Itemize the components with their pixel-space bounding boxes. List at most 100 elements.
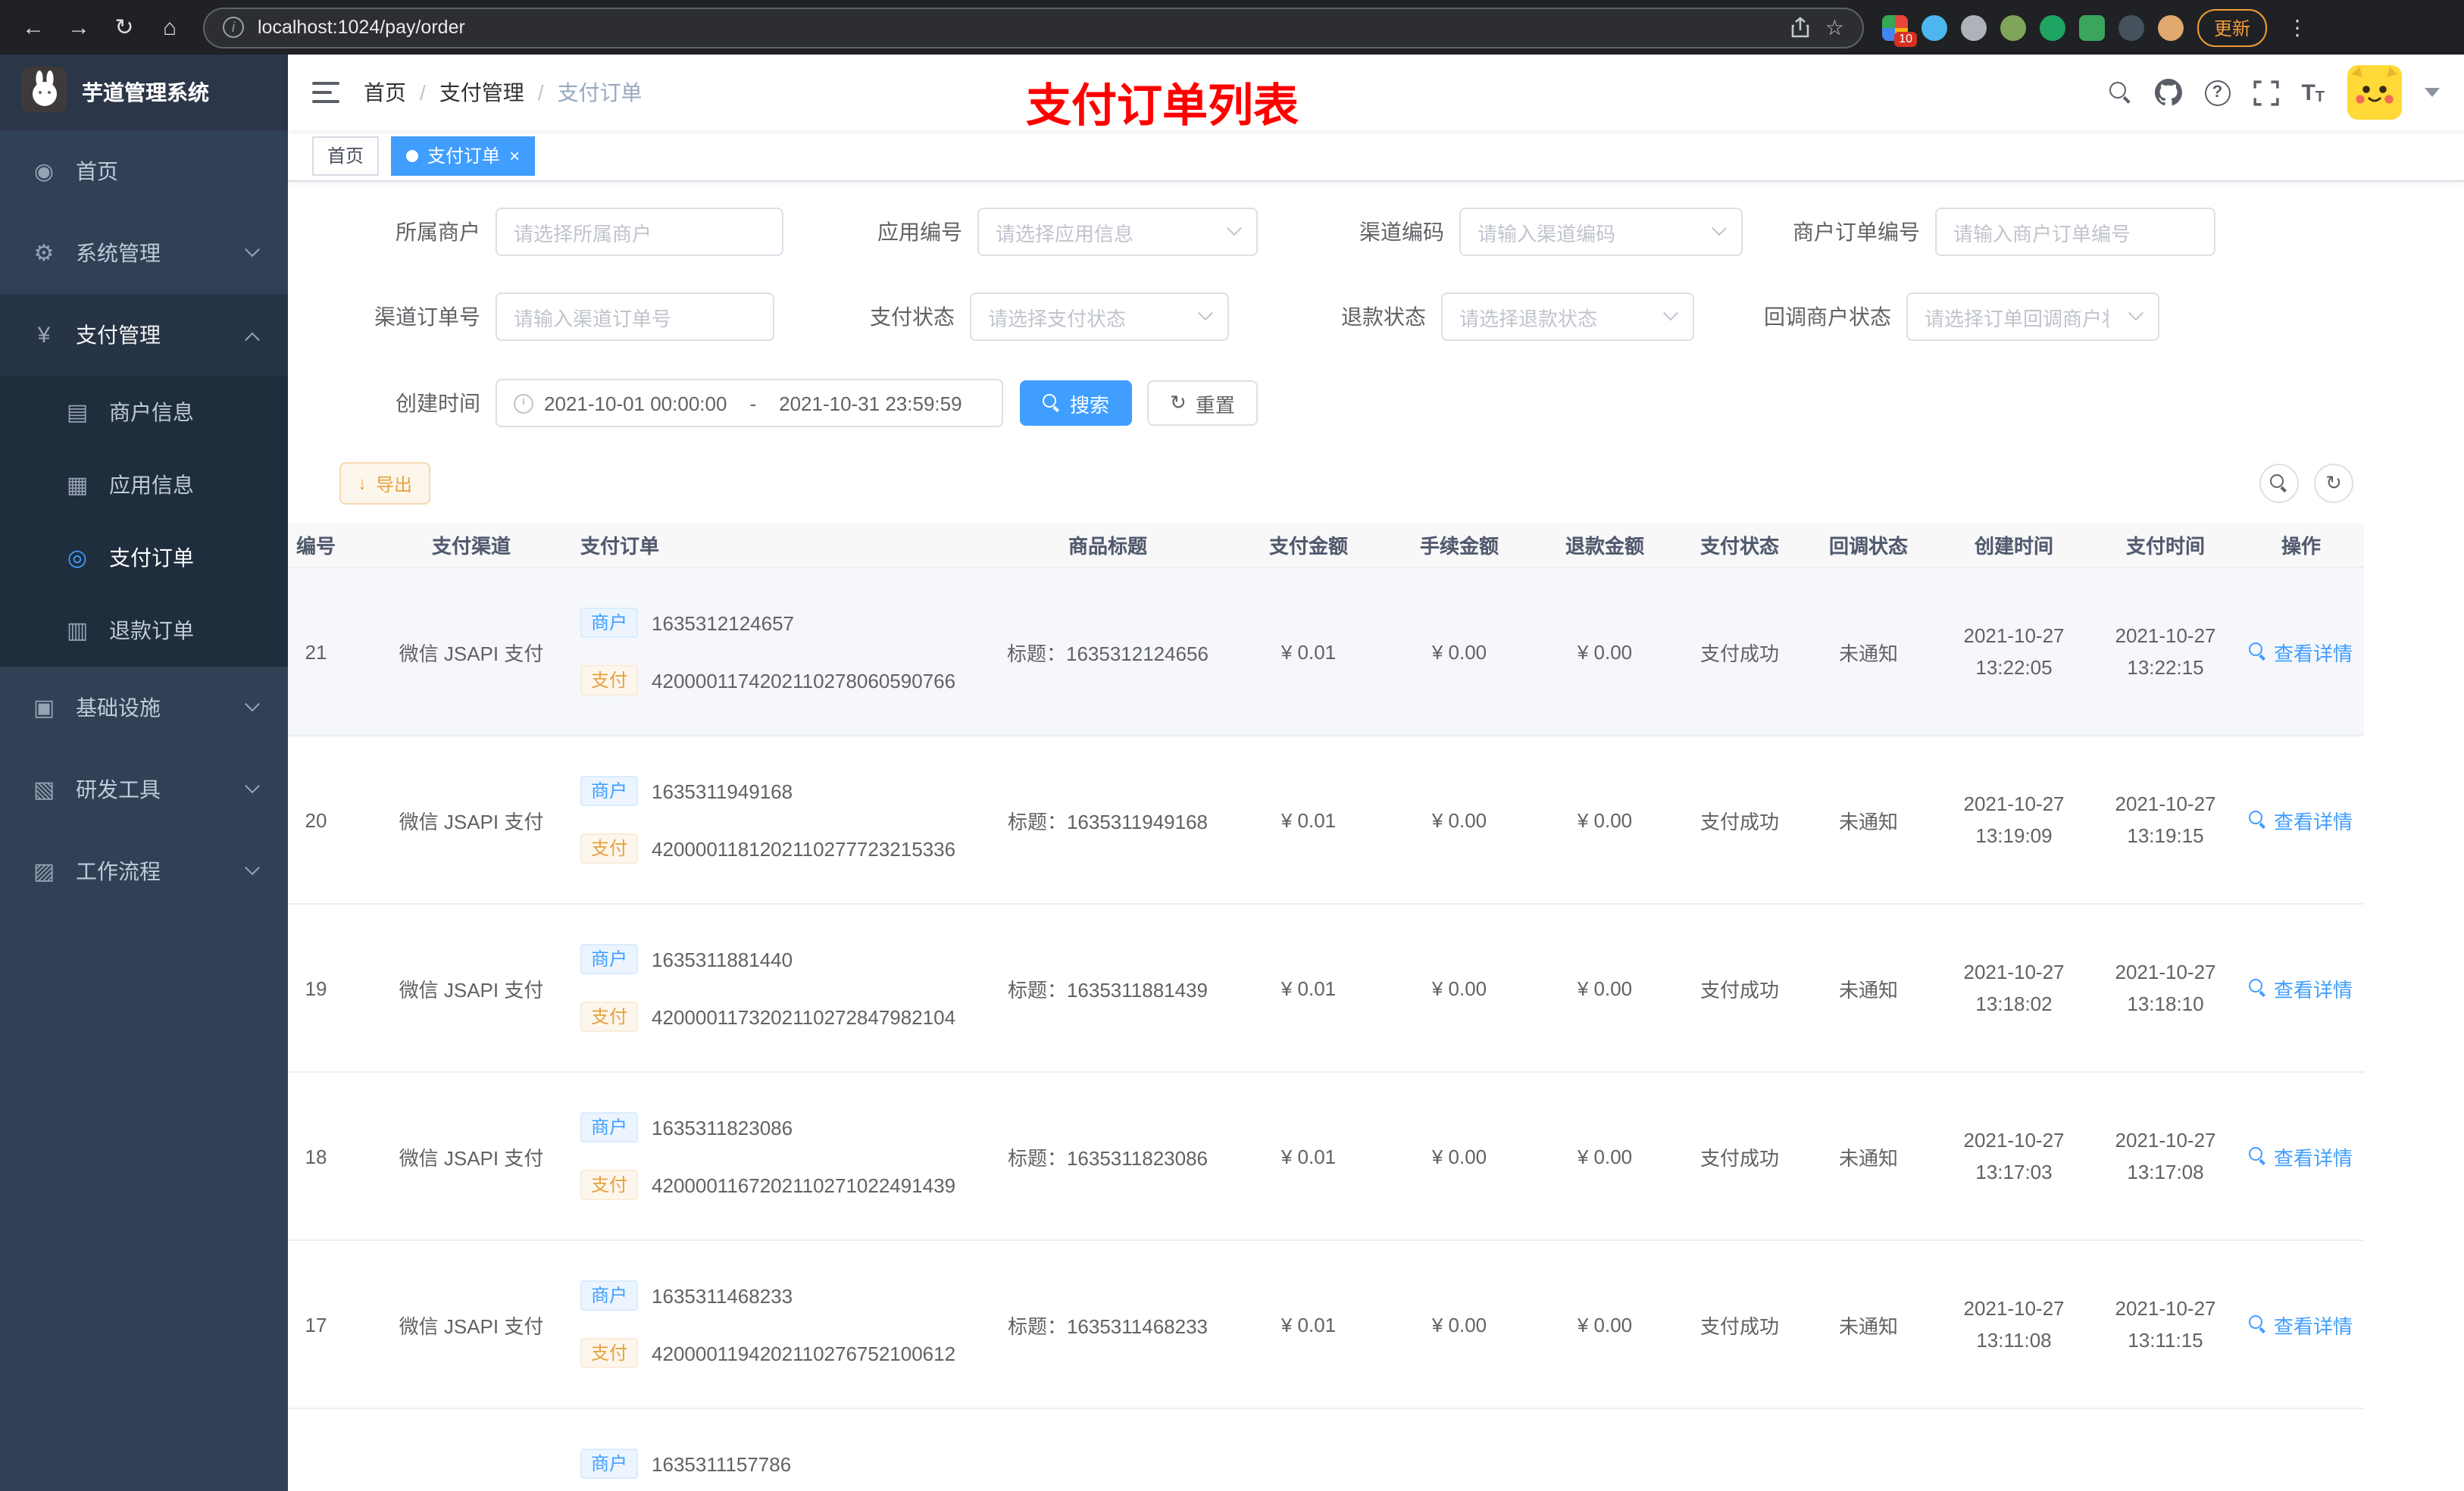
search-icon: [2270, 474, 2288, 492]
sidebar-item-pay-order[interactable]: ◎ 支付订单: [0, 521, 288, 594]
table-header: 编号 支付渠道 支付订单 商品标题 支付金额 手续金额 退款金额 支付状态 回调…: [288, 523, 2364, 568]
extension-icon[interactable]: [2000, 14, 2026, 40]
create-time-range-picker[interactable]: 2021-10-01 00:00:00 - 2021-10-31 23:59:5…: [496, 379, 1003, 427]
grid-icon: ▦: [66, 473, 89, 499]
table-row[interactable]: 18 微信 JSAPI 支付 商户 1635311823086 支付 42000…: [288, 1073, 2364, 1241]
dashboard-icon: ◉: [33, 159, 55, 185]
extension-icon[interactable]: [2079, 14, 2105, 40]
chevron-down-icon: [2128, 305, 2143, 320]
channel-order-no-input[interactable]: 请输入渠道订单号: [496, 292, 774, 341]
browser-profile-avatar[interactable]: [2158, 14, 2184, 40]
app-logo[interactable]: 芋道管理系统: [0, 55, 288, 130]
user-avatar[interactable]: [2347, 65, 2402, 120]
caret-down-icon[interactable]: [2425, 88, 2440, 97]
reset-button[interactable]: ↻ 重置: [1147, 380, 1258, 426]
sidebar-item-merchant-info[interactable]: ▤ 商户信息: [0, 376, 288, 449]
merchant-tag: 商户: [580, 776, 639, 806]
credit-card-icon: ▤: [66, 400, 89, 426]
refresh-table-button[interactable]: ↻: [2314, 464, 2353, 503]
hamburger-icon[interactable]: [312, 82, 339, 103]
browser-reload-icon[interactable]: ↻: [103, 6, 145, 48]
pay-status-select[interactable]: 请选择支付状态: [970, 292, 1229, 341]
pay-tag: 支付: [580, 1002, 639, 1032]
site-info-icon[interactable]: i: [223, 17, 244, 38]
table-row[interactable]: 17 微信 JSAPI 支付 商户 1635311468233 支付 42000…: [288, 1241, 2364, 1409]
search-button[interactable]: 搜索: [1020, 380, 1133, 426]
close-icon[interactable]: ×: [509, 146, 520, 164]
github-icon[interactable]: [2154, 79, 2182, 106]
export-button[interactable]: ↓ 导出: [339, 462, 431, 505]
pay-tag: 支付: [580, 833, 639, 864]
refresh-icon: ↻: [2325, 471, 2342, 494]
sidebar-item-payment[interactable]: ¥ 支付管理: [0, 294, 288, 376]
magnifier-icon: [2249, 1147, 2268, 1165]
browser-update-button[interactable]: 更新: [2197, 8, 2268, 46]
extension-icon[interactable]: 10: [1882, 14, 1917, 46]
refund-status-select[interactable]: 请选择退款状态: [1441, 292, 1694, 341]
notify-status-select[interactable]: 请选择订单回调商户状态: [1906, 292, 2159, 341]
toggle-search-button[interactable]: [2259, 464, 2299, 503]
fullscreen-icon[interactable]: [2253, 80, 2279, 105]
page-content: 所属商户 请选择所属商户 应用编号 请选择应用信息 渠道编码 请输入渠道编码 商…: [288, 182, 2464, 1491]
extension-icon[interactable]: [2040, 14, 2065, 40]
table-row[interactable]: 20 微信 JSAPI 支付 商户 1635311949168 支付 42000…: [288, 736, 2364, 905]
view-detail-link[interactable]: 查看详情: [2249, 974, 2353, 1002]
view-detail-link[interactable]: 查看详情: [2249, 805, 2353, 834]
view-detail-link[interactable]: 查看详情: [2249, 1142, 2353, 1171]
app-id-select[interactable]: 请选择应用信息: [977, 208, 1258, 256]
chevron-down-icon: [245, 695, 260, 711]
filter-row-3: 创建时间 2021-10-01 00:00:00 - 2021-10-31 23…: [288, 379, 2464, 427]
extension-icon[interactable]: [1921, 14, 1947, 40]
gear-icon: ⚙: [33, 241, 55, 267]
monitor-icon: ▣: [33, 695, 55, 721]
magnifier-icon: [2249, 979, 2268, 997]
sidebar-item-app-info[interactable]: ▦ 应用信息: [0, 449, 288, 521]
sidebar-item-infrastructure[interactable]: ▣ 基础设施: [0, 667, 288, 749]
channel-code-select[interactable]: 请输入渠道编码: [1459, 208, 1743, 256]
breadcrumb-pay-order: 支付订单: [557, 80, 643, 105]
target-icon: ◎: [67, 545, 88, 571]
browser-menu-icon[interactable]: ⋮: [2281, 14, 2314, 40]
tab-pay-order[interactable]: 支付订单 ×: [391, 136, 536, 175]
table-body: 21 微信 JSAPI 支付 商户 1635312124657 支付 42000…: [288, 568, 2364, 1491]
table-row[interactable]: 19 微信 JSAPI 支付 商户 1635311881440 支付 42000…: [288, 905, 2364, 1073]
merchant-select[interactable]: 请选择所属商户: [496, 208, 783, 256]
browser-home-icon[interactable]: ⌂: [149, 6, 191, 48]
extension-icon[interactable]: [2118, 14, 2144, 40]
browser-forward-icon[interactable]: →: [58, 6, 100, 48]
download-icon: ↓: [358, 473, 367, 494]
filter-row-2: 渠道订单号 请输入渠道订单号 支付状态 请选择支付状态 退款状态 请选择退款状态…: [288, 292, 2464, 341]
font-size-icon[interactable]: TT: [2301, 80, 2325, 105]
breadcrumb-home[interactable]: 首页: [364, 77, 406, 108]
tab-home[interactable]: 首页: [312, 136, 380, 175]
breadcrumb: 首页 / 支付管理 / 支付订单: [364, 77, 643, 108]
tags-view-bar: 首页 支付订单 ×: [288, 130, 2464, 182]
share-icon[interactable]: [1790, 17, 1812, 38]
browser-back-icon[interactable]: ←: [12, 6, 55, 48]
view-detail-link[interactable]: 查看详情: [2249, 637, 2353, 666]
payment-submenu: ▤ 商户信息 ▦ 应用信息 ◎ 支付订单 ▥ 退款订单: [0, 376, 288, 667]
breadcrumb-pay-management[interactable]: 支付管理: [439, 77, 524, 108]
sidebar-item-workflow[interactable]: ▨ 工作流程: [0, 830, 288, 912]
chevron-down-icon: [245, 777, 260, 793]
sidebar-item-system[interactable]: ⚙ 系统管理: [0, 212, 288, 294]
search-icon[interactable]: [2109, 81, 2131, 104]
merchant-tag: 商户: [580, 608, 639, 638]
browser-extensions: 10 更新 ⋮: [1882, 8, 2314, 46]
table-row[interactable]: 商户 1635311157786 支付: [288, 1409, 2364, 1491]
pay-tag: 支付: [580, 1338, 639, 1368]
pay-tag: 支付: [580, 665, 639, 695]
merchant-order-no-input[interactable]: 请输入商户订单编号: [1935, 208, 2215, 256]
app-title: 芋道管理系统: [82, 80, 209, 105]
table-row[interactable]: 21 微信 JSAPI 支付 商户 1635312124657 支付 42000…: [288, 568, 2364, 736]
sidebar-item-refund-order[interactable]: ▥ 退款订单: [0, 594, 288, 667]
sidebar-item-dev-tools[interactable]: ▧ 研发工具: [0, 749, 288, 830]
chevron-down-icon: [1663, 305, 1678, 320]
sidebar-item-home[interactable]: ◉ 首页: [0, 130, 288, 212]
help-icon[interactable]: ?: [2204, 80, 2231, 105]
bookmark-star-icon[interactable]: ☆: [1825, 14, 1844, 40]
url-bar[interactable]: i localhost:1024/pay/order ☆: [203, 7, 1864, 48]
magnifier-icon: [2249, 1315, 2268, 1333]
extension-icon[interactable]: [1961, 14, 1987, 40]
view-detail-link[interactable]: 查看详情: [2249, 1310, 2353, 1339]
